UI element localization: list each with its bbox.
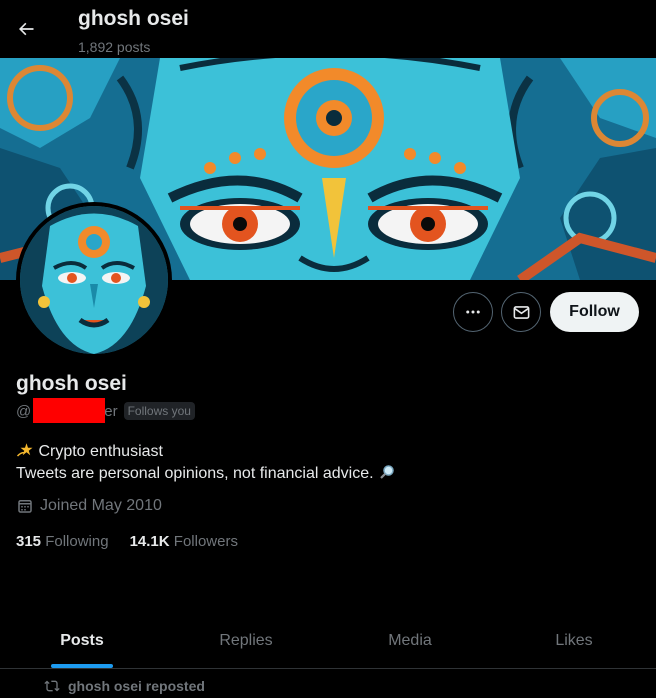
tab-replies[interactable]: Replies <box>164 613 328 668</box>
calendar-icon <box>18 500 32 513</box>
repost-icon <box>44 680 60 692</box>
tab-posts[interactable]: Posts <box>0 613 164 668</box>
followers-link[interactable]: 14.1K Followers <box>130 533 238 550</box>
profile-bio: Crypto enthusiast Tweets are personal op… <box>16 441 396 485</box>
active-tab-indicator <box>51 664 113 668</box>
bio-line-1: Crypto enthusiast <box>16 441 396 463</box>
tab-label: Replies <box>219 631 273 649</box>
header-post-count: 1,892 posts <box>78 39 151 55</box>
tab-label: Likes <box>555 631 593 649</box>
followers-count: 14.1K <box>129 533 170 550</box>
joined-text: Joined May 2010 <box>40 497 162 514</box>
following-count: 315 <box>16 533 42 550</box>
bio-line-2: Tweets are personal opinions, not financ… <box>16 463 396 485</box>
header-title: ghosh osei <box>78 7 189 30</box>
back-arrow-icon <box>19 22 34 36</box>
handle-suffix: er <box>104 402 118 420</box>
more-options-button[interactable] <box>453 292 493 332</box>
avatar-artwork <box>20 206 168 354</box>
profile-avatar[interactable] <box>16 202 172 358</box>
follows-you-badge: Follows you <box>123 402 195 420</box>
tab-likes[interactable]: Likes <box>492 613 656 668</box>
handle-prefix: @ <box>16 402 32 420</box>
following-link[interactable]: 315 Following <box>16 533 109 550</box>
repost-text: ghosh osei reposted <box>68 678 205 694</box>
following-label: Following <box>45 533 109 550</box>
follow-stats: 315 Following 14.1K Followers <box>16 533 259 550</box>
magnifying-glass-icon <box>380 465 394 479</box>
tab-label: Posts <box>60 631 104 649</box>
bio-text-2: Tweets are personal opinions, not financ… <box>16 465 374 482</box>
repost-indicator[interactable]: ghosh osei reposted <box>44 678 205 694</box>
profile-name: ghosh osei <box>16 372 127 395</box>
followers-label: Followers <box>173 533 238 550</box>
top-bar: ghosh osei 1,892 posts <box>0 0 656 58</box>
bio-text-1: Crypto enthusiast <box>38 443 163 460</box>
redaction-block <box>33 397 106 423</box>
back-button[interactable] <box>8 11 44 47</box>
tab-media[interactable]: Media <box>328 613 492 668</box>
message-button[interactable] <box>501 292 541 332</box>
dizzy-star-icon <box>16 443 33 457</box>
joined-date: Joined May 2010 <box>16 497 162 515</box>
profile-handle: @ er Follows you <box>16 397 195 423</box>
avatar-image <box>20 206 168 354</box>
tab-label: Media <box>388 631 432 649</box>
follow-button[interactable]: Follow <box>550 292 639 332</box>
envelope-icon <box>513 305 529 319</box>
profile-tabs: Posts Replies Media Likes <box>0 613 656 669</box>
more-dots-icon <box>466 310 480 314</box>
